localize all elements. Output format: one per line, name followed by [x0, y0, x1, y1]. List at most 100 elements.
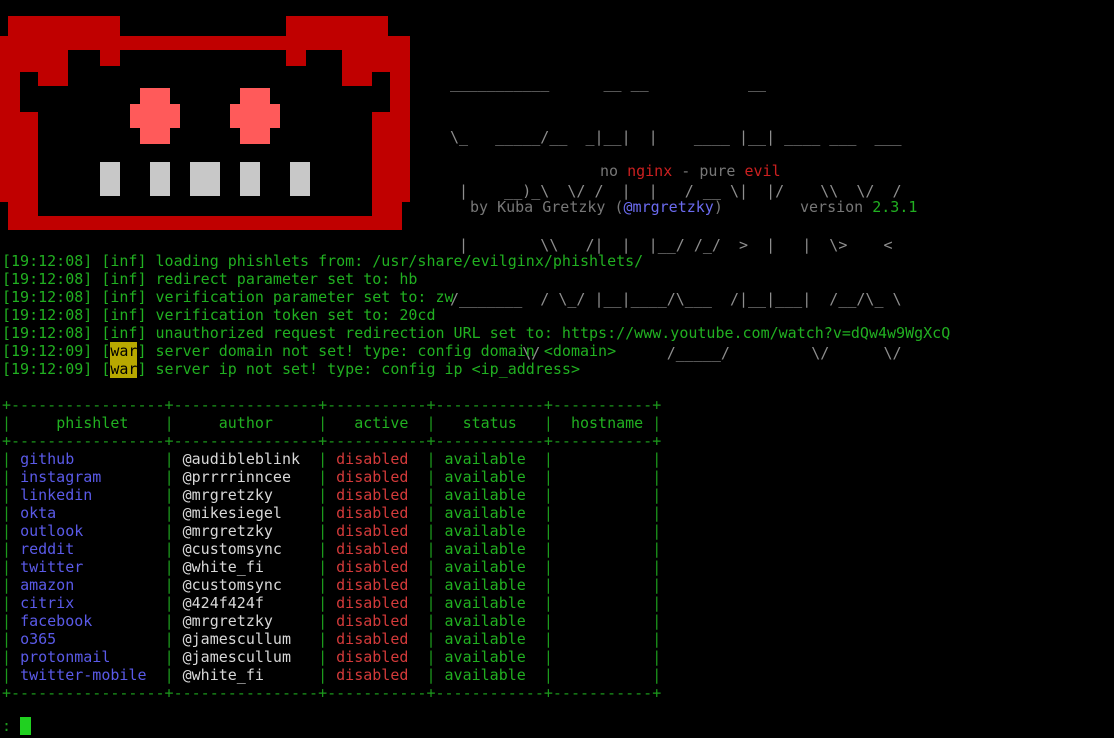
- cell-pad: [436, 630, 445, 648]
- cell-phishlet: okta: [20, 504, 57, 522]
- column-separator: |: [543, 630, 553, 648]
- cell-active: disabled: [336, 594, 409, 612]
- cell-pad: [74, 450, 164, 468]
- cell-active: disabled: [336, 666, 409, 684]
- cell-pad: [436, 468, 445, 486]
- log-level: war: [110, 360, 138, 378]
- cell-author: @mrgretzky: [182, 486, 273, 504]
- column-separator: |: [2, 504, 12, 522]
- column-separator: |: [2, 666, 12, 684]
- cell-pad: [562, 414, 571, 432]
- cell-pad: [74, 540, 164, 558]
- cell-status: available: [444, 522, 526, 540]
- cell-pad: [273, 486, 318, 504]
- cell-author: @white_fi: [182, 558, 264, 576]
- cell-pad: [174, 558, 183, 576]
- log-level: inf: [110, 324, 138, 342]
- column-separator: |: [318, 414, 328, 432]
- log-time: [19:12:08]: [2, 324, 93, 342]
- column-separator: |: [652, 522, 662, 540]
- column-separator: |: [426, 450, 436, 468]
- cell-pad: [562, 540, 652, 558]
- log-bracket: [: [92, 342, 111, 360]
- cell-pad: [300, 450, 318, 468]
- cell-pad: [128, 414, 164, 432]
- column-separator: |: [652, 414, 662, 432]
- cell-pad: [327, 414, 336, 432]
- cell-active: disabled: [336, 648, 409, 666]
- log-line: [19:12:08] [inf] redirect parameter set …: [2, 270, 417, 288]
- cell-pad: [11, 612, 20, 630]
- column-separator: |: [543, 648, 553, 666]
- cell-pad: [11, 486, 20, 504]
- column-separator: |: [426, 558, 436, 576]
- column-separator: |: [426, 522, 436, 540]
- cell-pad: [526, 576, 544, 594]
- log-bracket: [: [92, 306, 111, 324]
- cell-pad: [11, 558, 20, 576]
- cell-pad: [562, 612, 652, 630]
- cell-pad: [174, 594, 183, 612]
- table-row: | github | @audibleblink | disabled | av…: [2, 450, 661, 468]
- column-separator: |: [2, 468, 12, 486]
- column-separator: |: [164, 630, 174, 648]
- cell-phishlet: citrix: [20, 594, 75, 612]
- column-separator: |: [164, 522, 174, 540]
- column-separator: |: [543, 450, 553, 468]
- column-separator: |: [164, 414, 174, 432]
- cell-pad: [174, 414, 183, 432]
- cell-pad: [11, 450, 20, 468]
- ascii-line: ___________ __ __ __: [450, 74, 902, 92]
- column-separator: |: [164, 486, 174, 504]
- column-separator: |: [164, 450, 174, 468]
- cell-pad: [174, 612, 183, 630]
- cell-pad: [553, 414, 562, 432]
- cursor: [20, 717, 32, 735]
- byline: by Kuba Gretzky (@mrgretzky): [470, 198, 723, 216]
- column-separator: |: [652, 504, 662, 522]
- cell-pad: [436, 576, 445, 594]
- cell-pad: [526, 486, 544, 504]
- log-bracket: ]: [137, 360, 156, 378]
- column-separator: |: [543, 666, 553, 684]
- cell-pad: [56, 630, 164, 648]
- cell-pad: [183, 414, 219, 432]
- cell-pad: [526, 612, 544, 630]
- cell-status: available: [444, 666, 526, 684]
- cell-pad: [436, 648, 445, 666]
- cell-pad: [562, 522, 652, 540]
- cell-pad: [101, 468, 164, 486]
- cell-pad: [553, 666, 562, 684]
- column-separator: |: [426, 630, 436, 648]
- log-bracket: [: [92, 252, 111, 270]
- column-separator: |: [426, 648, 436, 666]
- cell-phishlet: github: [20, 450, 75, 468]
- log-message: verification token set to: 20cd: [155, 306, 436, 324]
- cell-author: author: [218, 414, 273, 432]
- column-separator: |: [543, 576, 553, 594]
- log-bracket: [: [92, 360, 111, 378]
- column-separator: |: [652, 450, 662, 468]
- log-bracket: [: [92, 324, 111, 342]
- cell-pad: [436, 504, 445, 522]
- log-line: [19:12:08] [inf] loading phishlets from:…: [2, 252, 643, 270]
- cell-pad: [282, 576, 318, 594]
- column-separator: |: [318, 504, 328, 522]
- command-prompt[interactable]: :: [2, 717, 32, 735]
- cell-status: available: [444, 576, 526, 594]
- cell-author: @mrgretzky: [182, 612, 273, 630]
- column-separator: |: [318, 576, 328, 594]
- cell-pad: [562, 594, 652, 612]
- log-line: [19:12:08] [inf] verification token set …: [2, 306, 436, 324]
- column-separator: |: [164, 648, 174, 666]
- cell-pad: [562, 666, 652, 684]
- table-row: | instagram | @prrrrinncee | disabled | …: [2, 468, 661, 486]
- tagline: no nginx - pure evil: [600, 162, 781, 180]
- cell-pad: [11, 630, 20, 648]
- cell-status: available: [444, 504, 526, 522]
- cell-pad: [436, 414, 445, 432]
- cell-status: status: [462, 414, 517, 432]
- column-separator: |: [652, 540, 662, 558]
- column-separator: |: [2, 648, 12, 666]
- column-separator: |: [543, 522, 553, 540]
